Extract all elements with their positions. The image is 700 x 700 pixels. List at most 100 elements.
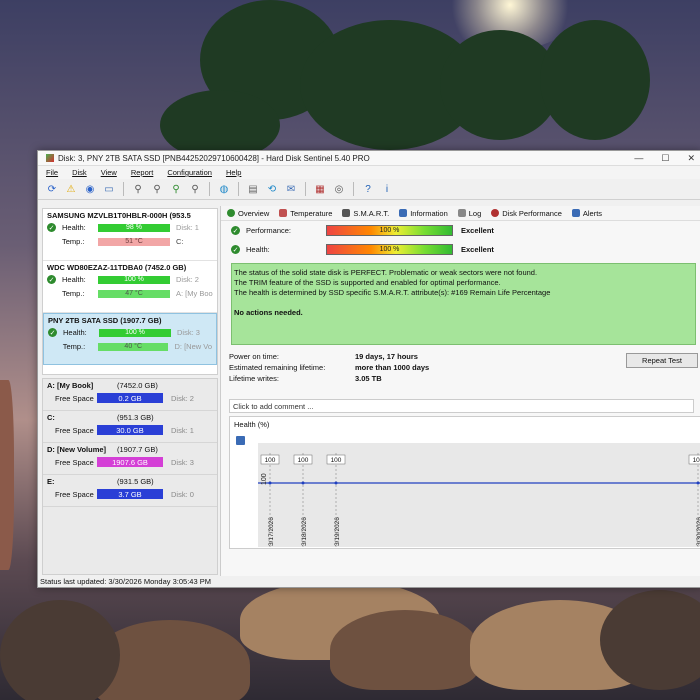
tab-bar: Overview Temperature S.M.A.R.T. Informat… (221, 206, 700, 221)
menu-view[interactable]: View (101, 168, 117, 177)
comment-field[interactable]: Click to add comment ... (229, 399, 694, 413)
ok-check-icon: ✓ (48, 328, 57, 337)
status-line: The TRIM feature of the SSD is supported… (234, 278, 501, 287)
x-tick-label: 3/17/2026 (268, 517, 275, 546)
data-label: 100 (331, 457, 342, 464)
hds-window: Disk: 3, PNY 2TB SATA SSD [PNB4425202971… (37, 150, 700, 588)
window-title: Disk: 3, PNY 2TB SATA SSD [PNB4425202971… (58, 153, 370, 163)
menu-help[interactable]: Help (226, 168, 241, 177)
tab-log[interactable]: Log (457, 209, 481, 218)
status-message: The status of the solid state disk is PE… (231, 263, 696, 345)
status-line: The health is determined by SSD specific… (234, 288, 551, 297)
x-tick-label: 3/18/2026 (301, 517, 308, 546)
health-rating: Excellent (461, 245, 494, 254)
partition-disk: Disk: 3 (171, 457, 194, 467)
partition-item[interactable]: C: (951.3 GB) Free Space 30.0 GB Disk: 1 (43, 411, 217, 443)
sync-icon[interactable]: ⟲ (264, 181, 280, 197)
data-label: 100 (265, 457, 276, 464)
refresh-icon[interactable]: ⟳ (44, 181, 60, 197)
graph-plot: 100 100 3/17/2026 100 3/18/2026 100 3/19/2026 1… (258, 443, 700, 547)
partition-name: D: [New Volume] (47, 445, 107, 454)
remaining-label: Estimated remaining lifetime: (229, 363, 326, 372)
disk-name: WDC WD80EZAZ-11TDBA0 (7452.0 GB) (47, 263, 187, 272)
menu-configuration[interactable]: Configuration (167, 168, 212, 177)
y-tick-label: 100 (261, 473, 268, 485)
tab-alerts[interactable]: Alerts (571, 209, 602, 218)
data-point (268, 481, 272, 485)
camera-icon[interactable]: ◎ (331, 181, 347, 197)
free-space-bar: 3.7 GB (97, 489, 163, 499)
x-tick-label: 3/30/2026 (696, 517, 700, 546)
chart-icon[interactable]: ▦ (312, 181, 328, 197)
partition-item[interactable]: A: [My Book] (7452.0 GB) Free Space 0.2 GB… (43, 379, 217, 411)
writes-value: 3.05 TB (355, 374, 382, 383)
health-bar: 98 % (98, 223, 170, 232)
disk-list: SAMSUNG MZVLB1T0HBLR-000H (953.5 ✓ Healt… (42, 208, 218, 375)
chat-icon[interactable]: ✉ (283, 181, 299, 197)
disk-ref: Disk: 2 (176, 275, 199, 284)
tab-information[interactable]: Information (399, 209, 448, 218)
repeat-test-button[interactable]: Repeat Test (626, 353, 698, 368)
save-icon[interactable] (236, 436, 245, 445)
partition-size: (7452.0 GB) (117, 381, 158, 390)
temp-bar: 40 °C (97, 342, 169, 351)
disk-ok-icon[interactable]: ⚲ (168, 181, 184, 197)
free-space-label: Free Space (55, 393, 94, 403)
info-icon[interactable]: i (379, 181, 395, 197)
power-on-value: 19 days, 17 hours (355, 352, 418, 361)
temp-label: Temp.: (62, 289, 85, 298)
title-bar: Disk: 3, PNY 2TB SATA SSD [PNB4425202971… (38, 151, 700, 166)
menu-disk[interactable]: Disk (72, 168, 87, 177)
test-icon[interactable]: ⚠ (63, 181, 79, 197)
globe-icon[interactable]: ◍ (216, 181, 232, 197)
disk-scan-icon[interactable]: ⚲ (130, 181, 146, 197)
free-space-label: Free Space (55, 425, 94, 435)
performance-icon[interactable]: ◉ (82, 181, 98, 197)
free-space-bar: 30.0 GB (97, 425, 163, 435)
data-point (334, 481, 338, 485)
disk-name: PNY 2TB SATA SSD (1907.7 GB) (48, 316, 162, 325)
tab-overview[interactable]: Overview (227, 209, 269, 218)
partition-item[interactable]: D: [New Volume] (1907.7 GB) Free Space 190… (43, 443, 217, 475)
health-bar: 100 % (98, 275, 170, 284)
maximize-button[interactable]: ☐ (661, 153, 669, 164)
disk-item[interactable]: SAMSUNG MZVLB1T0HBLR-000H (953.5 ✓ Healt… (43, 209, 217, 261)
actions-text: No actions needed. (234, 308, 303, 317)
health-label: Health: (246, 245, 270, 254)
graph-title: Health (%) (234, 420, 270, 429)
menu-bar: File Disk View Report Configuration Help (38, 166, 700, 179)
tab-disk-performance[interactable]: Disk Performance (491, 209, 562, 218)
menu-file[interactable]: File (46, 168, 58, 177)
report-icon[interactable]: ▭ (101, 181, 117, 197)
document-icon[interactable]: ▤ (245, 181, 261, 197)
partition-item[interactable]: E: (931.5 GB) Free Space 3.7 GB Disk: 0 (43, 475, 217, 507)
status-line: The status of the solid state disk is PE… (234, 268, 538, 277)
temp-label: Temp.: (62, 342, 86, 351)
drive-ref: D: [New Vo (174, 342, 212, 351)
ok-check-icon: ✓ (231, 245, 240, 254)
disk-item-selected[interactable]: PNY 2TB SATA SSD (1907.7 GB) ✓ Health: 1… (43, 313, 217, 365)
menu-report[interactable]: Report (131, 168, 154, 177)
toolbar: ⟳ ⚠ ◉ ▭ ⚲ ⚲ ⚲ ⚲ ◍ ▤ ⟲ ✉ ▦ ◎ ? i (38, 179, 700, 200)
tab-temperature[interactable]: Temperature (279, 209, 332, 218)
health-graph: Health (%) 100 100 3/17/2026 100 3/18/2026 10… (229, 416, 700, 549)
free-space-bar: 1907.6 GB (97, 457, 163, 467)
help-icon[interactable]: ? (360, 181, 376, 197)
disk-name: SAMSUNG MZVLB1T0HBLR-000H (953.5 (47, 211, 191, 220)
health-label: Health: (63, 328, 87, 337)
data-label: 100 (298, 457, 309, 464)
minimize-button[interactable]: — (634, 153, 643, 164)
partition-name: A: [My Book] (47, 381, 94, 390)
ok-check-icon: ✓ (47, 223, 56, 232)
tab-smart[interactable]: S.M.A.R.T. (342, 209, 389, 218)
partition-size: (951.3 GB) (117, 413, 154, 422)
health-bar: 100 % (99, 328, 171, 337)
disk-test-icon[interactable]: ⚲ (149, 181, 165, 197)
disk-tool-icon[interactable]: ⚲ (187, 181, 203, 197)
close-button[interactable]: ✕ (687, 153, 695, 164)
disk-ref: Disk: 3 (177, 328, 200, 337)
data-point (696, 481, 700, 485)
partition-disk: Disk: 2 (171, 393, 194, 403)
partition-list: A: [My Book] (7452.0 GB) Free Space 0.2 GB… (42, 378, 218, 575)
disk-item[interactable]: WDC WD80EZAZ-11TDBA0 (7452.0 GB) ✓ Healt… (43, 261, 217, 313)
